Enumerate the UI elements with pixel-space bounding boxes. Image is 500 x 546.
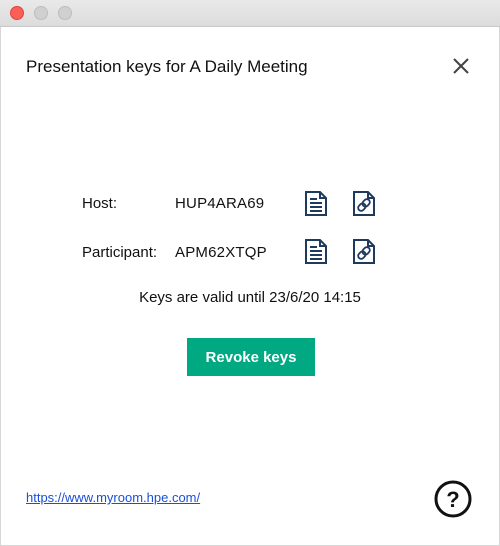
myroom-link[interactable]: https://www.myroom.hpe.com/ xyxy=(26,490,200,505)
revoke-keys-button[interactable]: Revoke keys xyxy=(187,338,315,376)
svg-text:?: ? xyxy=(446,487,459,512)
help-icon[interactable]: ? xyxy=(434,480,472,518)
window-close-button[interactable] xyxy=(10,6,24,20)
window-maximize-button[interactable] xyxy=(58,6,72,20)
copy-participant-key-icon[interactable] xyxy=(304,237,328,265)
dialog-title: Presentation keys for A Daily Meeting xyxy=(26,57,308,76)
host-key-value: HUP4ARA69 xyxy=(175,195,265,212)
participant-label: Participant: xyxy=(82,244,158,261)
close-icon[interactable] xyxy=(451,56,471,76)
copy-host-link-icon[interactable] xyxy=(352,189,376,217)
host-label: Host: xyxy=(82,195,118,212)
window-titlebar xyxy=(0,0,500,27)
window-frame xyxy=(0,27,500,546)
validity-text: Keys are valid until 23/6/20 14:15 xyxy=(139,289,361,306)
copy-participant-link-icon[interactable] xyxy=(352,237,376,265)
copy-host-key-icon[interactable] xyxy=(304,189,328,217)
window-minimize-button[interactable] xyxy=(34,6,48,20)
participant-key-value: APM62XTQP xyxy=(175,244,267,261)
